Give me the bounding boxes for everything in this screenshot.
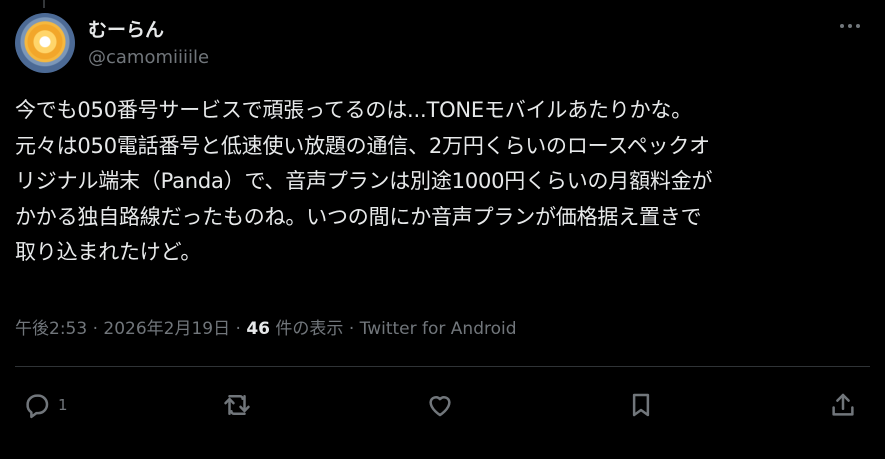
- more-dot-icon: [848, 24, 852, 28]
- client-name: Twitter for Android: [359, 319, 517, 339]
- retweet-button[interactable]: [222, 385, 252, 425]
- like-button[interactable]: [425, 385, 455, 425]
- display-name[interactable]: むーらん: [88, 15, 164, 42]
- reply-icon: [26, 394, 49, 419]
- share-icon: [832, 393, 854, 416]
- action-bar: 1: [0, 385, 885, 425]
- meta-separator: ·: [87, 319, 104, 339]
- meta-separator: ·: [343, 319, 360, 339]
- user-handle[interactable]: @camomiiiile: [88, 47, 209, 68]
- share-button[interactable]: [828, 385, 858, 425]
- like-icon: [429, 396, 451, 417]
- tweet-text: 今でも050番号サービスで頑張ってるのは...TONEモバイルあたりかな。 元々…: [15, 98, 713, 264]
- retweet-icon: [224, 395, 250, 415]
- tweet-date[interactable]: 2026年2月19日: [103, 319, 230, 339]
- more-options-button[interactable]: [836, 16, 864, 36]
- tweet-time[interactable]: 午後2:53: [15, 319, 87, 339]
- divider: [15, 366, 870, 367]
- more-dot-icon: [856, 24, 860, 28]
- tweet-meta: 午後2:53 · 2026年2月19日 · 46 件の表示 · Twitter …: [15, 314, 517, 339]
- meta-separator: ·: [230, 319, 247, 339]
- bookmark-icon: [632, 393, 650, 417]
- views-label: 件の表示: [270, 319, 344, 339]
- bookmark-button[interactable]: [626, 385, 656, 425]
- reply-button[interactable]: 1: [22, 385, 68, 425]
- avatar[interactable]: [15, 13, 75, 73]
- thread-connector-line: [43, 0, 45, 8]
- views-count[interactable]: 46: [246, 319, 270, 339]
- reply-count: 1: [58, 396, 68, 414]
- more-dot-icon: [840, 24, 844, 28]
